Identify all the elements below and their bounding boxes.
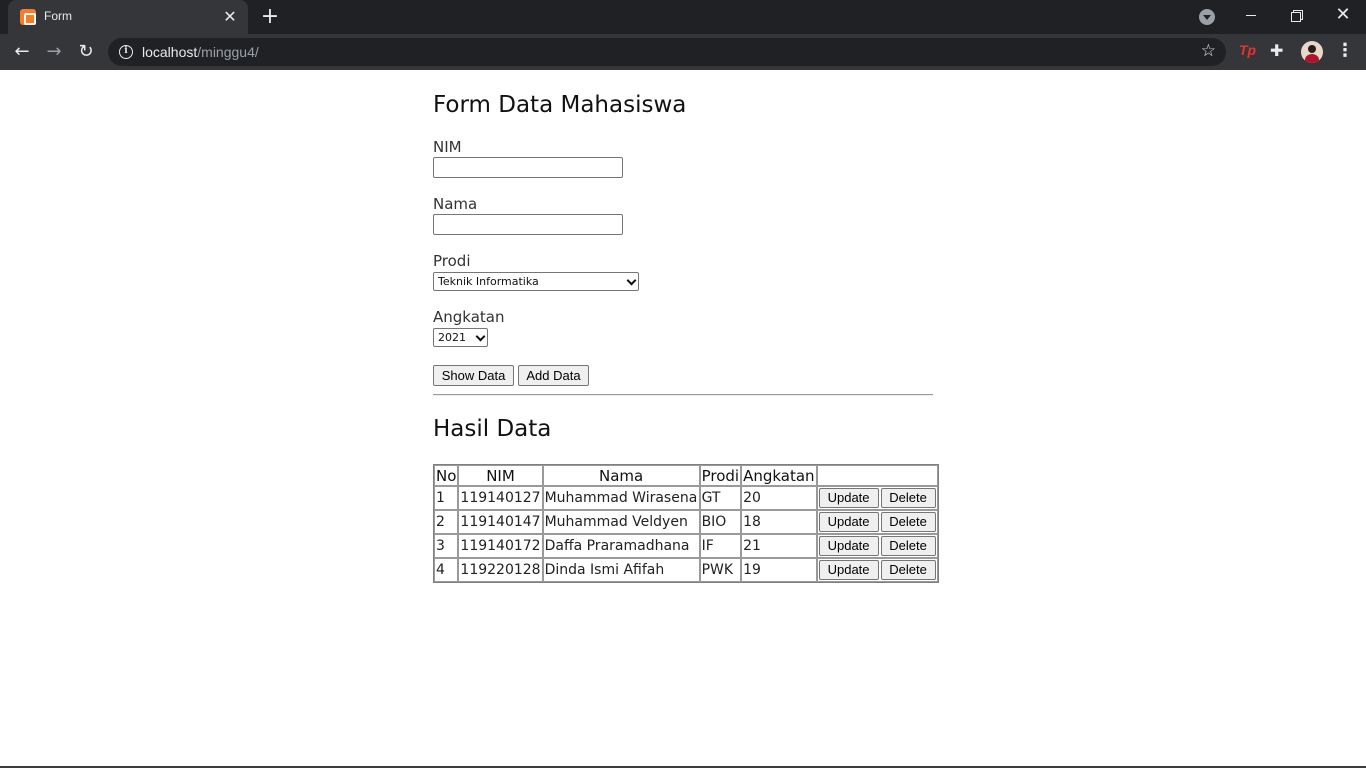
nama-label: Nama xyxy=(433,195,478,213)
show-data-button[interactable]: Show Data xyxy=(433,365,514,386)
url-text[interactable]: localhost/minggu4/ xyxy=(142,44,259,60)
delete-button[interactable]: Delete xyxy=(880,512,936,532)
update-button[interactable]: Update xyxy=(818,560,879,580)
table-row: 3 119140172 Daffa Praramadhana IF 21 Upd… xyxy=(434,534,938,558)
cell-no: 2 xyxy=(434,510,459,534)
cell-nama: Daffa Praramadhana xyxy=(542,534,700,558)
cell-prodi: IF xyxy=(699,534,742,558)
column-header-no: No xyxy=(434,465,459,486)
cell-nama: Dinda Ismi Afifah xyxy=(542,558,700,582)
divider xyxy=(433,394,933,396)
results-title: Hasil Data xyxy=(433,416,552,442)
bookmark-star-icon[interactable]: ☆ xyxy=(1201,41,1216,61)
delete-button[interactable]: Delete xyxy=(880,560,936,580)
cell-no: 4 xyxy=(434,558,459,582)
column-header-actions xyxy=(816,465,938,486)
browser-toolbar: ← → ↻ i localhost/minggu4/ ☆ xyxy=(0,34,1366,70)
cell-nim: 119140127 xyxy=(458,486,543,510)
cell-nim: 119140147 xyxy=(458,510,543,534)
column-header-angkatan: Angkatan xyxy=(741,465,817,486)
cell-nim: 119140172 xyxy=(458,534,543,558)
column-header-prodi: Prodi xyxy=(699,465,742,486)
nama-input[interactable] xyxy=(433,214,623,235)
update-button[interactable]: Update xyxy=(818,488,879,508)
new-tab-button[interactable]: + xyxy=(258,6,282,30)
tp-extension-icon[interactable]: Tp xyxy=(1239,42,1256,58)
site-info-icon[interactable]: i xyxy=(119,45,133,59)
minimize-button[interactable] xyxy=(1228,0,1274,34)
cell-nama: Muhammad Veldyen xyxy=(542,510,700,534)
cell-nim: 119220128 xyxy=(458,558,543,582)
tab-close-icon[interactable]: ✕ xyxy=(220,7,240,27)
tab-title: Form xyxy=(44,9,72,23)
cell-actions: Update Delete xyxy=(816,534,938,558)
restore-button[interactable] xyxy=(1274,0,1320,34)
browser-menu-icon[interactable]: ⋮ xyxy=(1336,40,1354,62)
chevron-down-icon xyxy=(626,275,637,286)
delete-button[interactable]: Delete xyxy=(880,536,936,556)
extensions-puzzle-icon[interactable]: ✚ xyxy=(1270,41,1283,60)
prodi-select[interactable]: Teknik Informatika xyxy=(433,272,639,291)
table-row: 2 119140147 Muhammad Veldyen BIO 18 Upda… xyxy=(434,510,938,534)
browser-titlebar: Form ✕ + ✕ xyxy=(0,0,1366,34)
cell-prodi: GT xyxy=(699,486,742,510)
cell-angkatan: 20 xyxy=(741,486,817,510)
prodi-selected-value: Teknik Informatika xyxy=(438,275,539,288)
form-title: Form Data Mahasiswa xyxy=(433,92,687,118)
forward-arrow-icon[interactable]: → xyxy=(40,38,68,66)
nim-label: NIM xyxy=(433,138,462,156)
nim-input[interactable] xyxy=(433,157,623,178)
cell-angkatan: 18 xyxy=(741,510,817,534)
cell-prodi: BIO xyxy=(699,510,742,534)
reload-icon[interactable]: ↻ xyxy=(72,38,100,66)
url-path: /minggu4/ xyxy=(197,44,259,60)
cell-nama: Muhammad Wirasena xyxy=(542,486,700,510)
angkatan-label: Angkatan xyxy=(433,308,505,326)
window-close-button[interactable]: ✕ xyxy=(1320,0,1366,34)
update-button[interactable]: Update xyxy=(818,512,879,532)
cell-prodi: PWK xyxy=(699,558,742,582)
column-header-nim: NIM xyxy=(458,465,543,486)
angkatan-selected-value: 2021 xyxy=(438,331,466,344)
delete-button[interactable]: Delete xyxy=(880,488,936,508)
cell-no: 1 xyxy=(434,486,459,510)
prodi-label: Prodi xyxy=(433,252,471,270)
cell-no: 3 xyxy=(434,534,459,558)
back-arrow-icon[interactable]: ← xyxy=(8,38,36,66)
cell-actions: Update Delete xyxy=(816,510,938,534)
browser-tab[interactable]: Form ✕ xyxy=(8,0,248,34)
address-bar[interactable]: i localhost/minggu4/ ☆ xyxy=(108,38,1226,66)
update-button[interactable]: Update xyxy=(818,536,879,556)
table-row: 1 119140127 Muhammad Wirasena GT 20 Upda… xyxy=(434,486,938,510)
cell-angkatan: 21 xyxy=(741,534,817,558)
results-table: No NIM Nama Prodi Angkatan 1 119140127 M… xyxy=(433,464,939,583)
cell-angkatan: 19 xyxy=(741,558,817,582)
chevron-down-icon xyxy=(475,331,486,342)
angkatan-select[interactable]: 2021 xyxy=(433,328,488,347)
tab-search-icon[interactable] xyxy=(1199,9,1215,25)
table-header-row: No NIM Nama Prodi Angkatan xyxy=(434,465,938,486)
profile-avatar[interactable] xyxy=(1301,41,1323,63)
add-data-button[interactable]: Add Data xyxy=(518,365,589,386)
cell-actions: Update Delete xyxy=(816,486,938,510)
table-row: 4 119220128 Dinda Ismi Afifah PWK 19 Upd… xyxy=(434,558,938,582)
cell-actions: Update Delete xyxy=(816,558,938,582)
url-host: localhost xyxy=(142,44,198,60)
column-header-nama: Nama xyxy=(542,465,700,486)
xampp-favicon-icon xyxy=(20,9,36,25)
